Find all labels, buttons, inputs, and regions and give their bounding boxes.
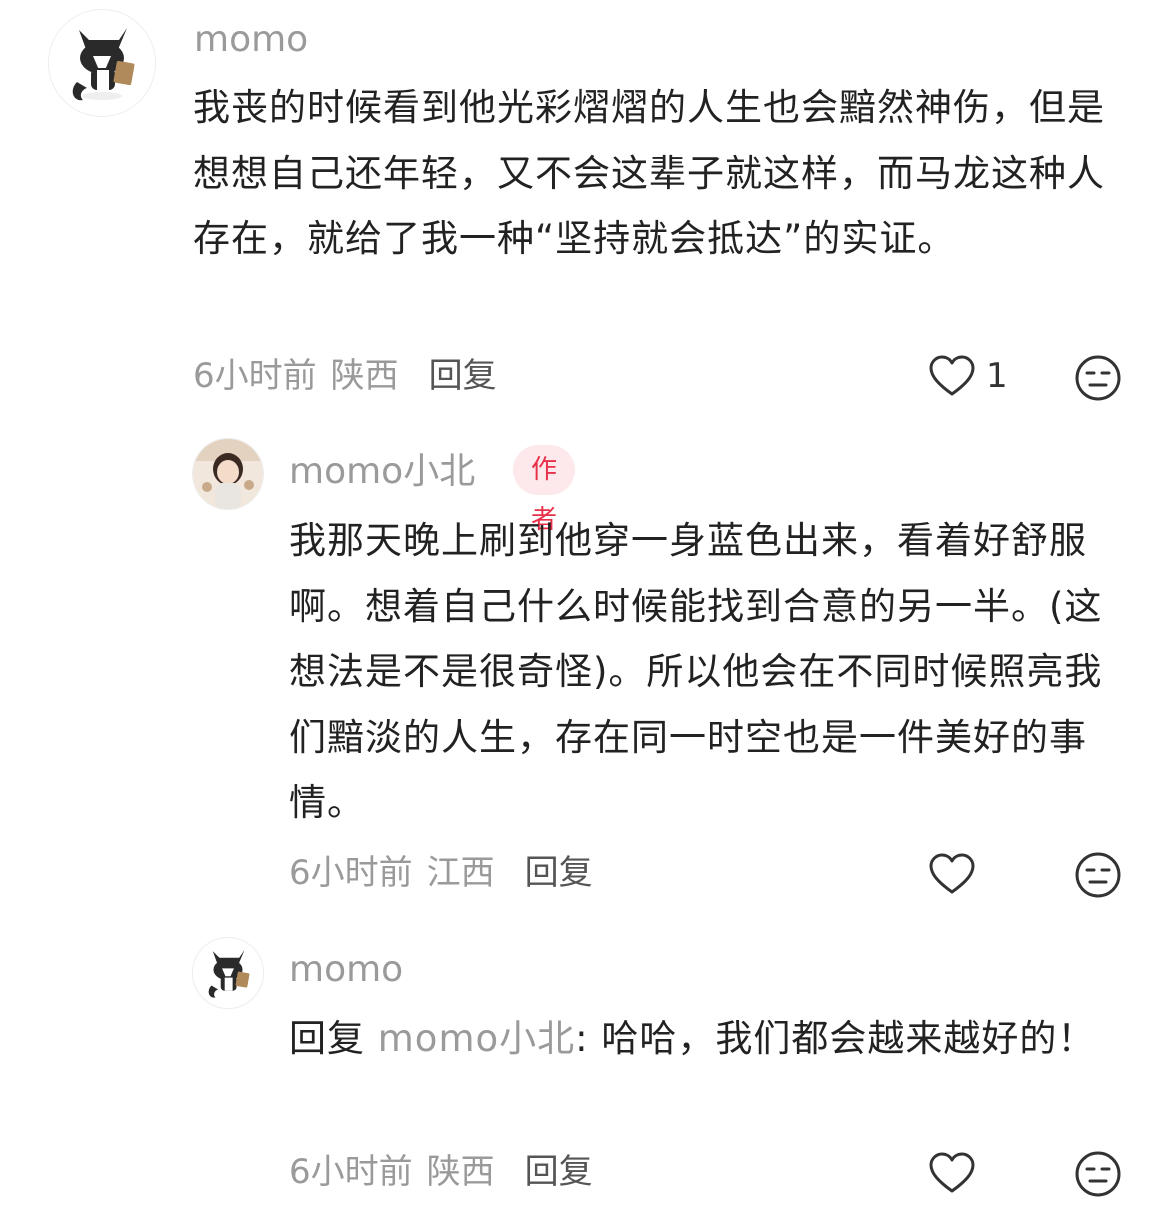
cat-avatar-icon: [49, 10, 155, 116]
avatar[interactable]: [48, 9, 156, 117]
comment-time: 6小时前: [193, 356, 317, 396]
username[interactable]: momo小北: [289, 450, 475, 494]
unamused-face-icon: [1075, 355, 1121, 401]
comment-text: 我那天晚上刷到他穿一身蓝色出来，看着好舒服啊。想着自己什么时候能找到合意的另一半…: [289, 519, 1103, 824]
comment-location: 江西: [426, 853, 495, 893]
unamused-face-icon: [1075, 1151, 1121, 1197]
comment-location: 陕西: [330, 356, 399, 396]
heart-outline-icon: [929, 1152, 975, 1193]
person-avatar-icon: [193, 439, 263, 509]
reply-text: : 哈哈，我们都会越来越好的！: [575, 1017, 1096, 1060]
author-badge: 作者: [513, 445, 576, 535]
avatar[interactable]: [192, 438, 264, 510]
dislike-button[interactable]: [1074, 851, 1122, 903]
comment-time: 6小时前: [289, 1152, 413, 1192]
username[interactable]: momo: [289, 948, 403, 992]
reply-button[interactable]: 回复: [525, 1152, 593, 1192]
comment-text: 我丧的时候看到他光彩熠熠的人生也会黯然神伤，但是想想自己还年轻，又不会这辈子就这…: [193, 86, 1105, 260]
comment-meta: 6小时前 陕西 回复: [193, 354, 497, 398]
like-button[interactable]: [928, 852, 976, 896]
cat-avatar-icon: [193, 938, 263, 1008]
comment-text: 回复 momo小北: 哈哈，我们都会越来越好的！: [289, 1006, 1129, 1072]
dislike-button[interactable]: [1074, 354, 1122, 406]
like-button[interactable]: [928, 1151, 976, 1195]
reply-button[interactable]: 回复: [429, 356, 497, 396]
comment-location: 陕西: [426, 1152, 495, 1192]
comment-time: 6小时前: [289, 853, 413, 893]
unamused-face-icon: [1075, 852, 1121, 898]
username[interactable]: momo: [194, 18, 308, 62]
comment-meta: 6小时前 江西 回复: [289, 851, 593, 895]
like-count: 1: [986, 356, 1008, 396]
heart-outline-icon: [929, 355, 975, 396]
reply-button[interactable]: 回复: [525, 853, 593, 893]
comment-meta: 6小时前 陕西 回复: [289, 1150, 593, 1194]
like-button[interactable]: 1: [928, 354, 1008, 398]
heart-outline-icon: [929, 853, 975, 894]
reply-prefix: 回复: [289, 1017, 365, 1060]
avatar[interactable]: [192, 937, 264, 1009]
dislike-button[interactable]: [1074, 1150, 1122, 1202]
reply-to-username[interactable]: momo小北: [378, 1017, 575, 1060]
